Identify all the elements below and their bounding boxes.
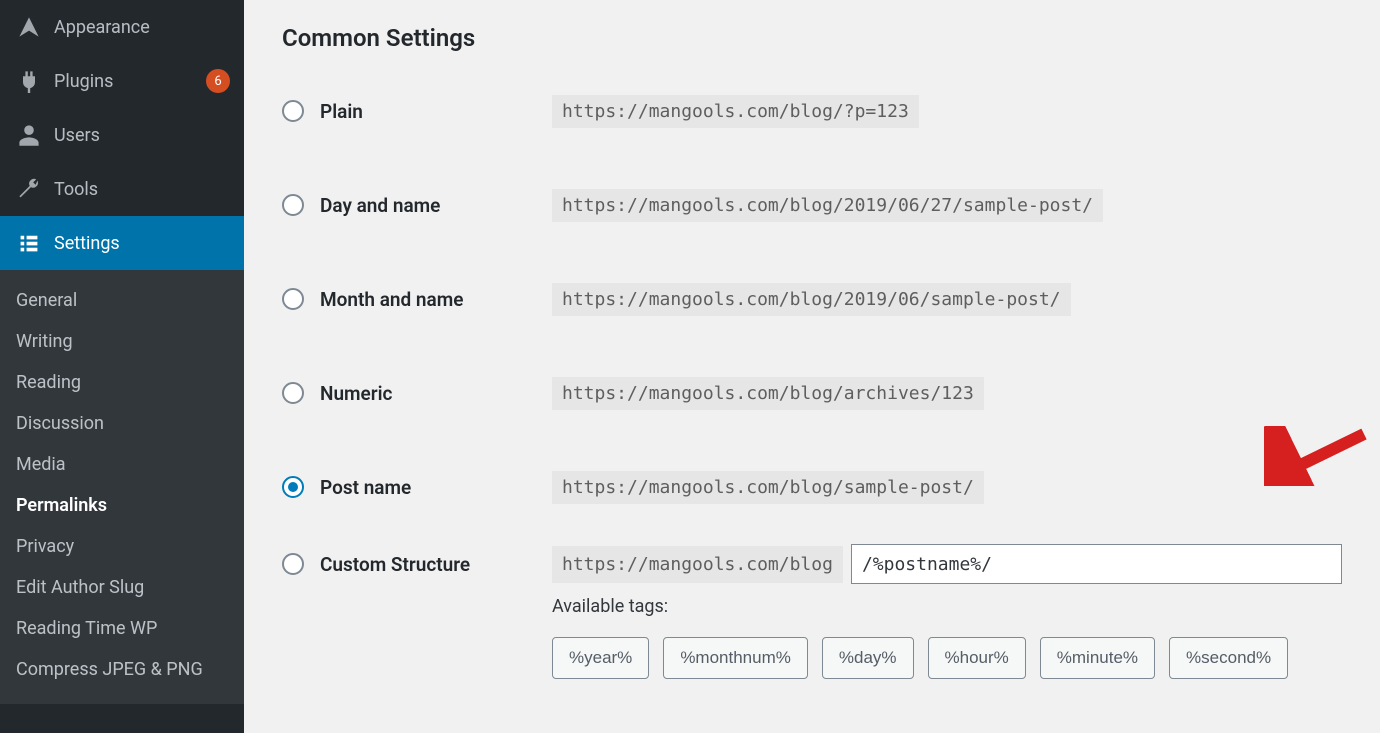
option-row-plain: Plain https://mangools.com/blog/?p=123 (282, 84, 1342, 138)
tag-button-year[interactable]: %year% (552, 637, 649, 679)
plugins-icon (14, 66, 44, 96)
submenu-item-compress-jpeg-png[interactable]: Compress JPEG & PNG (0, 649, 244, 690)
main-content: Common Settings Plain https://mangools.c… (244, 0, 1380, 733)
tools-icon (14, 174, 44, 204)
submenu-item-privacy[interactable]: Privacy (0, 526, 244, 567)
radio-icon (282, 288, 304, 310)
custom-base-url: https://mangools.com/blog (552, 546, 843, 583)
menu-label: Plugins (54, 71, 198, 92)
submenu-item-reading-time-wp[interactable]: Reading Time WP (0, 608, 244, 649)
available-tags-label: Available tags: (552, 596, 1342, 617)
appearance-icon (14, 12, 44, 42)
option-row-numeric: Numeric https://mangools.com/blog/archiv… (282, 366, 1342, 420)
radio-icon (282, 476, 304, 498)
sidebar-item-settings[interactable]: Settings (0, 216, 244, 270)
submenu-item-reading[interactable]: Reading (0, 362, 244, 403)
radio-icon (282, 382, 304, 404)
submenu-item-permalinks[interactable]: Permalinks (0, 485, 244, 526)
sample-url: https://mangools.com/blog/sample-post/ (552, 471, 984, 504)
update-badge: 6 (206, 69, 230, 93)
users-icon (14, 120, 44, 150)
submenu-item-media[interactable]: Media (0, 444, 244, 485)
settings-submenu: General Writing Reading Discussion Media… (0, 270, 244, 704)
option-row-postname: Post name https://mangools.com/blog/samp… (282, 460, 1342, 514)
option-day-name[interactable]: Day and name (282, 194, 552, 217)
option-label: Custom Structure (320, 553, 470, 576)
sidebar-item-appearance[interactable]: Appearance (0, 0, 244, 54)
sample-url: https://mangools.com/blog/?p=123 (552, 95, 919, 128)
option-custom-structure[interactable]: Custom Structure (282, 553, 552, 576)
admin-sidebar: Appearance Plugins 6 Users Tools Setting… (0, 0, 244, 733)
sidebar-item-plugins[interactable]: Plugins 6 (0, 54, 244, 108)
option-row-custom: Custom Structure https://mangools.com/bl… (282, 544, 1342, 584)
option-label: Numeric (320, 382, 392, 405)
sidebar-item-users[interactable]: Users (0, 108, 244, 162)
radio-icon (282, 194, 304, 216)
submenu-item-general[interactable]: General (0, 280, 244, 321)
custom-structure-input[interactable] (851, 544, 1342, 584)
page-heading: Common Settings (282, 24, 1342, 52)
submenu-item-writing[interactable]: Writing (0, 321, 244, 362)
submenu-item-edit-author-slug[interactable]: Edit Author Slug (0, 567, 244, 608)
option-label: Post name (320, 476, 411, 499)
sidebar-item-tools[interactable]: Tools (0, 162, 244, 216)
tag-button-minute[interactable]: %minute% (1040, 637, 1155, 679)
option-plain[interactable]: Plain (282, 100, 552, 123)
tag-button-monthnum[interactable]: %monthnum% (663, 637, 808, 679)
option-label: Day and name (320, 194, 440, 217)
radio-icon (282, 100, 304, 122)
menu-label: Appearance (54, 17, 230, 38)
option-post-name[interactable]: Post name (282, 476, 552, 499)
option-row-day: Day and name https://mangools.com/blog/2… (282, 178, 1342, 232)
sample-url: https://mangools.com/blog/archives/123 (552, 377, 984, 410)
tag-button-hour[interactable]: %hour% (928, 637, 1026, 679)
option-label: Month and name (320, 288, 463, 311)
sample-url: https://mangools.com/blog/2019/06/sample… (552, 283, 1071, 316)
option-month-name[interactable]: Month and name (282, 288, 552, 311)
settings-icon (14, 228, 44, 258)
available-tags: %year% %monthnum% %day% %hour% %minute% … (552, 637, 1342, 679)
option-label: Plain (320, 100, 363, 123)
submenu-item-discussion[interactable]: Discussion (0, 403, 244, 444)
menu-label: Users (54, 125, 230, 146)
option-row-month: Month and name https://mangools.com/blog… (282, 272, 1342, 326)
radio-icon (282, 553, 304, 575)
tag-button-second[interactable]: %second% (1169, 637, 1288, 679)
menu-label: Tools (54, 179, 230, 200)
menu-label: Settings (54, 233, 230, 254)
tag-button-day[interactable]: %day% (822, 637, 914, 679)
sample-url: https://mangools.com/blog/2019/06/27/sam… (552, 189, 1103, 222)
option-numeric[interactable]: Numeric (282, 382, 552, 405)
